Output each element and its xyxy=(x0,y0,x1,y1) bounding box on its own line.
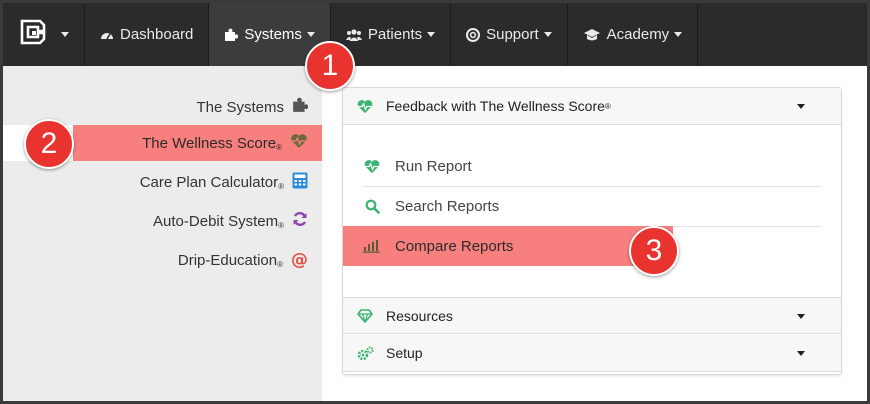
accordion-resources-header[interactable]: Resources xyxy=(343,297,841,334)
graduation-cap-icon xyxy=(583,28,601,42)
at-icon: @ xyxy=(291,250,308,270)
chevron-down-icon xyxy=(427,32,436,37)
search-reports-link[interactable]: Search Reports xyxy=(363,186,821,226)
heart-pulse-icon xyxy=(356,99,374,114)
chevron-down-icon xyxy=(797,351,805,356)
run-report-link[interactable]: Run Report xyxy=(363,146,821,186)
accordion-resources-title: Resources xyxy=(386,307,453,324)
search-icon xyxy=(363,199,381,214)
nav-systems-label: Systems xyxy=(244,26,302,43)
app-window: Dashboard Systems Patients Support Acade… xyxy=(0,0,870,404)
sidebar: The Systems The Wellness Score® Care Pla… xyxy=(3,66,322,401)
nav-dashboard[interactable]: Dashboard xyxy=(85,3,210,66)
lifebuoy-icon xyxy=(466,27,481,42)
users-icon xyxy=(345,28,362,42)
accordion-feedback-title: Feedback with The Wellness Score xyxy=(386,98,605,114)
sidebar-item-label: The Wellness Score xyxy=(142,134,277,152)
nav-dashboard-label: Dashboard xyxy=(120,26,194,43)
chevron-down-icon xyxy=(674,32,683,37)
chevron-down-icon xyxy=(797,314,805,319)
compare-reports-link[interactable]: Compare Reports xyxy=(343,226,673,266)
calculator-icon xyxy=(292,172,308,193)
diamond-icon xyxy=(356,308,374,323)
step-badge-2: 2 xyxy=(24,119,74,169)
nav-patients-label: Patients xyxy=(367,26,423,43)
sidebar-item-label: Care Plan Calculator xyxy=(139,173,279,191)
nav-support[interactable]: Support xyxy=(451,3,568,66)
logo-icon xyxy=(18,17,48,52)
compare-reports-label: Compare Reports xyxy=(395,237,514,255)
sidebar-item-label: Drip-Education xyxy=(177,251,278,269)
dashboard-icon xyxy=(100,28,114,42)
registered-mark: ® xyxy=(276,142,282,152)
chevron-down-icon xyxy=(61,32,69,37)
nav-academy[interactable]: Academy xyxy=(568,3,699,66)
logo-menu[interactable] xyxy=(3,3,85,66)
registered-mark: ® xyxy=(278,220,284,230)
puzzle-icon xyxy=(292,97,309,117)
refresh-icon xyxy=(292,211,308,231)
bar-chart-icon xyxy=(363,239,381,253)
heart-pulse-icon xyxy=(363,159,381,174)
sidebar-item-drip-education[interactable]: Drip-Education® @ xyxy=(3,242,322,278)
step-badge-1: 1 xyxy=(305,41,355,91)
chevron-down-icon xyxy=(543,32,552,37)
accordion-setup-title: Setup xyxy=(386,345,423,361)
nav-support-label: Support xyxy=(486,26,539,43)
registered-mark: ® xyxy=(278,181,284,191)
top-navbar: Dashboard Systems Patients Support Acade… xyxy=(3,3,867,66)
chevron-down-icon xyxy=(797,104,805,109)
systems-panel: Feedback with The Wellness Score ® Run Re… xyxy=(342,87,842,375)
sidebar-item-auto-debit-system[interactable]: Auto-Debit System® xyxy=(3,203,322,239)
sidebar-item-label: The Systems xyxy=(196,98,284,116)
run-report-label: Run Report xyxy=(395,157,472,175)
registered-mark: ® xyxy=(604,101,611,111)
cogs-icon xyxy=(356,345,374,361)
accordion-setup-header[interactable]: Setup xyxy=(343,335,841,372)
puzzle-icon xyxy=(224,28,239,42)
heart-pulse-icon xyxy=(290,133,308,153)
step-badge-3: 3 xyxy=(629,226,679,276)
sidebar-item-label: Auto-Debit System xyxy=(153,212,279,230)
sidebar-item-care-plan-calculator[interactable]: Care Plan Calculator® xyxy=(3,164,322,200)
nav-academy-label: Academy xyxy=(606,26,670,43)
accordion-feedback-header[interactable]: Feedback with The Wellness Score ® xyxy=(343,88,841,125)
chevron-down-icon xyxy=(306,32,315,37)
registered-mark: ® xyxy=(277,259,283,269)
search-reports-label: Search Reports xyxy=(395,197,500,215)
